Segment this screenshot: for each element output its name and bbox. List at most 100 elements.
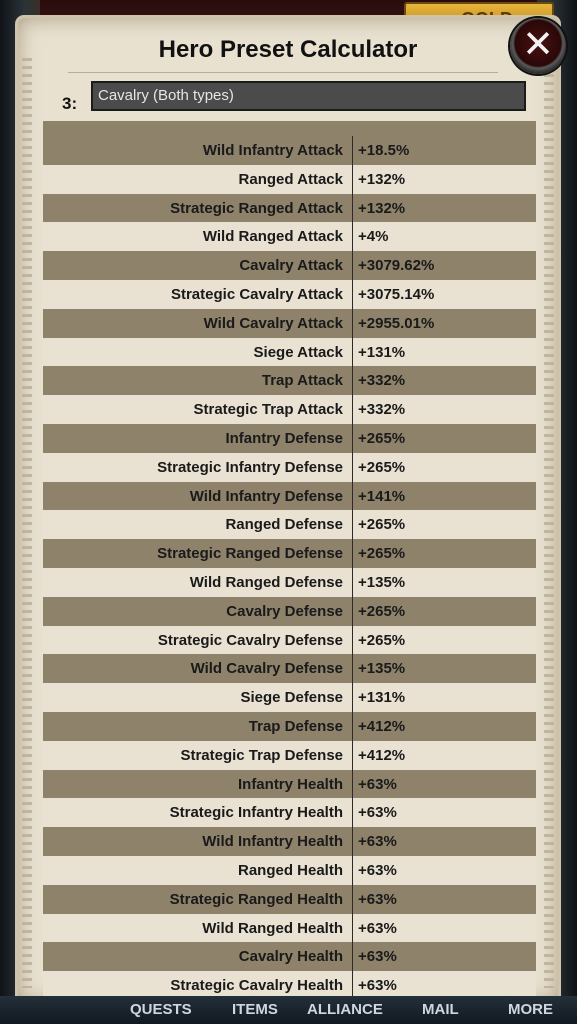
stat-label: Strategic Cavalry Attack	[170, 286, 343, 303]
stat-value: +135%	[358, 574, 406, 591]
table-row: Trap Defense +412%	[43, 712, 536, 741]
table-row-partial	[43, 121, 536, 136]
column-divider	[352, 827, 353, 857]
table-row: Siege Defense +131%	[43, 683, 536, 713]
stat-value: +265%	[358, 545, 406, 563]
table-row: Infantry Health +63%	[43, 769, 536, 799]
stat-value: +265%	[358, 458, 406, 476]
stat-value: +265%	[358, 430, 406, 447]
preset-index-label: 3:	[62, 94, 78, 113]
table-row: Infantry Defense +265%	[43, 424, 536, 453]
stats-table[interactable]: Wild Infantry Attack +18.5% Ranged Attack +…	[43, 121, 536, 999]
column-divider	[352, 193, 353, 223]
column-divider	[352, 251, 353, 281]
stat-value: +332%	[358, 401, 406, 419]
table-row: Wild Cavalry Defense +135%	[43, 654, 536, 684]
panel-title: Hero Preset Calculator	[158, 36, 418, 63]
stat-label: Strategic Trap Attack	[193, 401, 344, 419]
stat-value: +18.5%	[358, 142, 410, 159]
stat-label: Siege Attack	[253, 343, 343, 361]
table-row: Wild Infantry Defense +141%	[43, 481, 536, 511]
nav-quests[interactable]: QUESTS	[130, 996, 192, 1024]
column-divider	[352, 654, 353, 684]
stat-value: +332%	[358, 372, 406, 390]
table-row: Strategic Trap Defense +412%	[43, 740, 536, 770]
stat-label: Cavalry Defense	[226, 602, 343, 620]
bottom-nav: QUESTS ITEMS ALLIANCE MAIL MORE	[0, 996, 577, 1024]
table-row: Wild Ranged Defense +135%	[43, 568, 536, 597]
stat-label: Ranged Attack	[238, 170, 343, 188]
stat-value: +2955.01%	[358, 314, 435, 332]
panel-border-right	[544, 58, 554, 988]
stat-label: Ranged Defense	[225, 516, 343, 534]
column-divider	[352, 395, 353, 425]
column-divider	[352, 366, 353, 396]
stat-value: +63%	[358, 862, 397, 879]
table-row: Strategic Ranged Attack +132%	[43, 193, 536, 223]
column-divider	[352, 452, 353, 482]
nav-alliance[interactable]: ALLIANCE	[307, 996, 383, 1024]
table-row: Wild Infantry Attack +18.5%	[43, 136, 536, 165]
column-divider	[352, 164, 353, 194]
table-row: Strategic Ranged Defense +265%	[43, 539, 536, 569]
table-row: Trap Attack +332%	[43, 366, 536, 396]
column-divider	[352, 913, 353, 943]
stat-label: Strategic Cavalry Health	[170, 977, 343, 995]
table-row: Siege Attack +131%	[43, 337, 536, 367]
stat-label: Trap Defense	[248, 718, 343, 735]
column-divider	[352, 712, 353, 741]
column-divider	[352, 740, 353, 770]
column-divider	[352, 769, 353, 799]
stat-value: +141%	[358, 487, 406, 505]
nav-more[interactable]: MORE	[508, 996, 553, 1024]
column-divider	[352, 337, 353, 367]
stat-label: Wild Cavalry Defense	[190, 660, 343, 678]
stat-value: +135%	[358, 660, 406, 678]
stat-value: +63%	[358, 804, 397, 822]
table-row: Ranged Attack +132%	[43, 164, 536, 194]
table-row: Strategic Infantry Defense +265%	[43, 452, 536, 482]
stat-value: +63%	[358, 948, 397, 966]
column-divider	[352, 136, 353, 165]
stat-label: Wild Infantry Health	[202, 833, 343, 851]
stat-value: +4%	[358, 228, 389, 246]
column-divider	[352, 856, 353, 885]
stat-label: Trap Attack	[261, 372, 343, 390]
stat-value: +63%	[358, 833, 397, 851]
stat-label: Ranged Health	[237, 862, 343, 879]
stat-value: +63%	[358, 775, 397, 793]
close-icon: ✕	[522, 24, 554, 66]
column-divider	[352, 625, 353, 655]
column-divider	[352, 884, 353, 914]
table-row: Strategic Cavalry Attack +3075.14%	[43, 280, 536, 309]
stat-value: +63%	[358, 977, 397, 995]
nav-items[interactable]: ITEMS	[232, 996, 278, 1024]
column-divider	[352, 942, 353, 972]
troop-type-dropdown[interactable]: Cavalry (Both types)	[91, 81, 526, 111]
column-divider	[352, 539, 353, 569]
column-divider	[352, 683, 353, 713]
table-row: Strategic Trap Attack +332%	[43, 395, 536, 425]
stat-value: +412%	[358, 718, 406, 735]
stat-label: Wild Infantry Attack	[202, 142, 343, 159]
stat-value: +132%	[358, 199, 406, 217]
stat-label: Strategic Cavalry Defense	[157, 631, 343, 649]
table-row: Cavalry Attack +3079.62%	[43, 251, 536, 281]
stat-label: Wild Cavalry Attack	[203, 314, 343, 332]
column-divider	[352, 280, 353, 309]
stat-label: Infantry Defense	[225, 430, 343, 447]
column-divider	[352, 798, 353, 828]
close-button[interactable]: ✕	[510, 18, 566, 74]
stat-value: +131%	[358, 689, 406, 707]
title-divider	[68, 72, 498, 73]
column-divider	[352, 222, 353, 252]
stat-label: Strategic Ranged Attack	[170, 199, 343, 217]
stat-label: Wild Ranged Defense	[189, 574, 343, 591]
table-row: Wild Ranged Attack +4%	[43, 222, 536, 252]
table-row: Cavalry Defense +265%	[43, 596, 536, 626]
stat-label: Strategic Infantry Health	[169, 804, 343, 822]
table-row: Strategic Cavalry Defense +265%	[43, 625, 536, 655]
stat-value: +132%	[358, 170, 406, 188]
nav-mail[interactable]: MAIL	[422, 996, 459, 1024]
stat-value: +412%	[358, 746, 406, 764]
